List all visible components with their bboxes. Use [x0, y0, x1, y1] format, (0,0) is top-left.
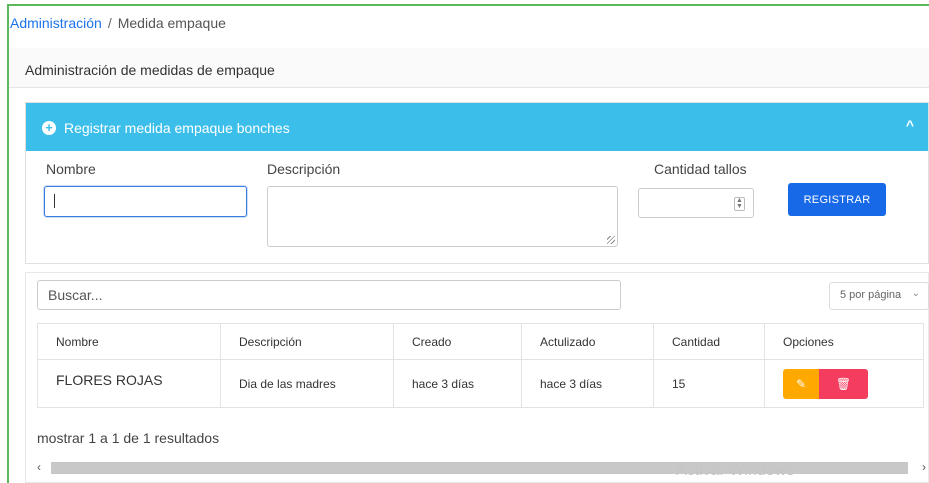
cell-creado: hace 3 días — [393, 359, 522, 408]
table-header-row: Nombre Descripción Creado Actulizado Can… — [37, 323, 924, 360]
register-form-card: + Registrar medida empaque bonches ^ Nom… — [25, 102, 929, 264]
plus-circle-icon: + — [42, 121, 56, 135]
nombre-input[interactable] — [44, 186, 247, 217]
register-form-title: Registrar medida empaque bonches — [64, 120, 290, 136]
register-button[interactable]: REGISTRAR — [788, 183, 886, 216]
column-header-descripcion[interactable]: Descripción — [220, 323, 394, 360]
column-header-cantidad[interactable]: Cantidad — [653, 323, 765, 360]
number-spinner-icon[interactable]: ▲ ▼ — [734, 197, 745, 211]
column-header-actualizado[interactable]: Actulizado — [521, 323, 654, 360]
edit-button[interactable]: ✎ — [783, 368, 819, 399]
table-row: FLORES ROJAS Dia de las madres hace 3 dí… — [37, 359, 924, 408]
cell-cantidad: 15 — [653, 359, 765, 408]
register-form-header[interactable]: + Registrar medida empaque bonches ^ — [26, 103, 928, 151]
chevron-down-icon: ⌄ — [911, 288, 920, 299]
breadcrumb-root-link[interactable]: Administración — [10, 15, 102, 31]
page-title: Administración de medidas de empaque — [25, 62, 275, 78]
cell-descripcion: Dia de las madres — [220, 359, 394, 408]
descripcion-textarea[interactable] — [267, 186, 618, 247]
cell-opciones: ✎ 🗑 — [764, 359, 924, 408]
pencil-icon: ✎ — [795, 376, 807, 391]
records-table: Nombre Descripción Creado Actulizado Can… — [37, 323, 924, 408]
cell-nombre: FLORES ROJAS — [37, 359, 221, 408]
trash-icon: 🗑 — [835, 376, 852, 391]
breadcrumb: Administración / Medida empaque — [10, 15, 226, 31]
scroll-left-arrow-icon[interactable]: ‹ — [37, 460, 41, 474]
breadcrumb-separator: / — [107, 15, 112, 31]
per-page-select[interactable]: 5 por página ⌄ — [829, 282, 929, 310]
text-cursor — [54, 194, 55, 208]
records-table-card: Buscar... 5 por página ⌄ Nombre Descripc… — [25, 272, 929, 483]
cantidad-tallos-label: Cantidad tallos — [654, 161, 747, 177]
chevron-up-icon[interactable]: ^ — [906, 117, 914, 133]
delete-button[interactable]: 🗑 — [819, 368, 868, 399]
column-header-creado[interactable]: Creado — [393, 323, 522, 360]
breadcrumb-current: Medida empaque — [117, 15, 226, 31]
descripcion-label: Descripción — [267, 161, 341, 177]
page-title-bar: Administración de medidas de empaque — [9, 48, 929, 88]
windows-activation-watermark: Activar Windows — [676, 462, 795, 479]
row-actions: ✎ 🗑 — [783, 368, 923, 399]
pagination-info: mostrar 1 a 1 de 1 resultados — [37, 430, 220, 446]
column-header-opciones: Opciones — [764, 323, 924, 360]
nombre-label: Nombre — [46, 161, 96, 177]
cell-actualizado: hace 3 días — [521, 359, 654, 408]
cantidad-tallos-input[interactable]: ▲ ▼ — [638, 188, 754, 218]
scroll-right-arrow-icon[interactable]: › — [922, 460, 926, 474]
search-input[interactable]: Buscar... — [37, 280, 621, 310]
resize-handle-icon[interactable] — [607, 236, 615, 244]
column-header-nombre[interactable]: Nombre — [37, 323, 221, 360]
per-page-value: 5 por página — [840, 289, 902, 301]
